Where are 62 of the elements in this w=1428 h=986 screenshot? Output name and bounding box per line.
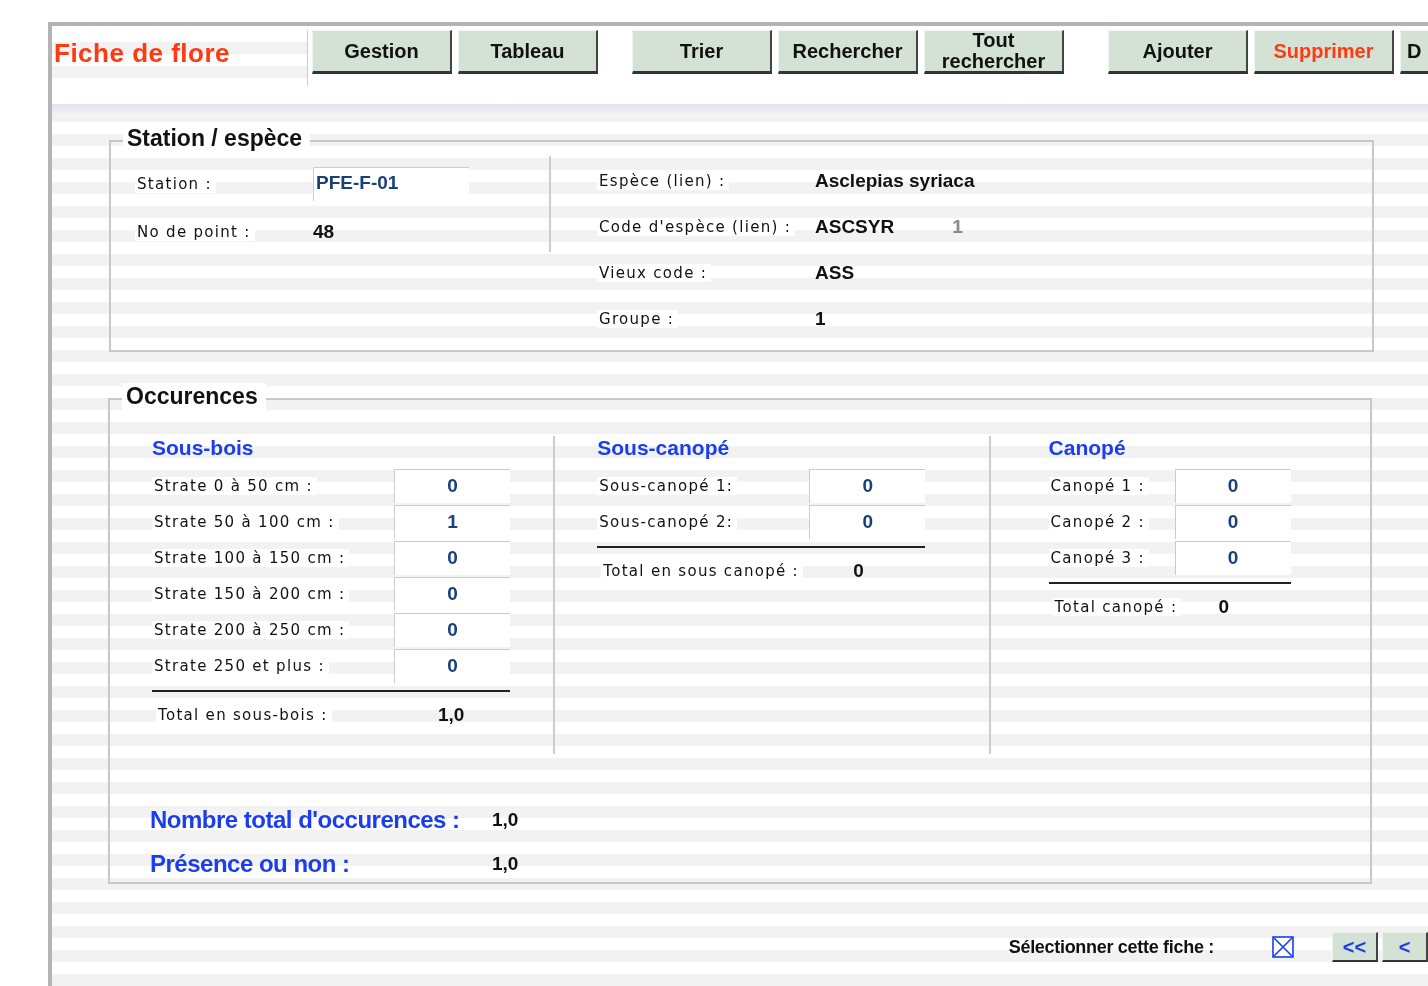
field-label: Canopé 1 : — [1048, 477, 1149, 495]
input-field[interactable]: 0 — [394, 469, 510, 503]
toolbar-button[interactable]: Tableau — [458, 30, 598, 74]
toolbar-button[interactable]: Gestion — [312, 30, 452, 74]
toolbar-button[interactable]: Trier — [632, 30, 772, 74]
summary-value: 1,0 — [492, 853, 519, 875]
field-value: 48 — [313, 221, 335, 243]
input-field[interactable]: PFE-F-01 — [313, 167, 469, 201]
toolbar-button[interactable]: Ajouter — [1108, 30, 1248, 74]
nav-button[interactable]: << — [1332, 932, 1378, 962]
field-label: Vieux code : — [597, 264, 712, 282]
field-label: Strate 200 à 250 cm : — [152, 621, 350, 639]
section-legend: Station / espèce — [123, 125, 311, 152]
input-field[interactable]: 0 — [809, 505, 926, 539]
field-label: Strate 250 et plus : — [152, 657, 329, 675]
select-label: Sélectionner cette fiche : — [1008, 936, 1214, 958]
toolbar-button[interactable]: D — [1400, 30, 1428, 74]
total-label: Total en sous canopé : — [601, 562, 803, 580]
total-label: Total en sous-bois : — [156, 706, 332, 724]
input-field[interactable]: 1 — [394, 505, 510, 539]
toolbar-button[interactable]: Rechercher — [778, 30, 918, 74]
checkbox[interactable] — [1272, 936, 1294, 958]
input-field[interactable]: 0 — [1174, 505, 1291, 539]
total-label: Total canopé : — [1052, 598, 1182, 616]
field-label: Espèce (lien) : — [597, 172, 730, 190]
field-label: No de point : — [135, 223, 255, 241]
field-value: Asclepias syriaca — [815, 170, 975, 192]
field-value: ASCSYR — [815, 216, 895, 238]
field-label: Strate 100 à 150 cm : — [152, 549, 350, 567]
field-label: Strate 0 à 50 cm : — [152, 477, 317, 495]
column-heading: Sous-bois — [152, 436, 254, 460]
input-field[interactable]: 0 — [394, 541, 510, 575]
field-value: ASS — [815, 262, 855, 284]
section-legend: Occurences — [122, 383, 266, 410]
total-value: 1,0 — [438, 704, 465, 726]
field-label: Strate 50 à 100 cm : — [152, 513, 339, 531]
summary-label: Nombre total d'occurences : — [150, 806, 461, 834]
input-field[interactable]: 0 — [1174, 541, 1291, 575]
field-label: Canopé 2 : — [1048, 513, 1149, 531]
field-label: Strate 150 à 200 cm : — [152, 585, 350, 603]
summary-label: Présence ou non : — [150, 850, 351, 878]
input-field[interactable]: 0 — [394, 613, 510, 647]
total-value: 0 — [853, 560, 864, 582]
field-label: Groupe : — [597, 310, 679, 328]
field-label: Station : — [135, 175, 216, 193]
input-field[interactable]: 0 — [394, 577, 510, 611]
input-field[interactable]: 0 — [809, 469, 926, 503]
input-field[interactable]: 0 — [1174, 469, 1291, 503]
field-label: Sous-canopé 1: — [597, 477, 738, 495]
toolbar-button[interactable]: Tout rechercher — [924, 30, 1064, 74]
form-title: Fiche de flore — [54, 38, 231, 68]
field-value: 1 — [815, 308, 826, 330]
column-heading: Sous-canopé — [597, 436, 730, 460]
summary-value: 1,0 — [492, 809, 519, 831]
nav-button[interactable]: < — [1382, 932, 1428, 962]
total-value: 0 — [1218, 596, 1230, 618]
column-heading: Canopé — [1048, 436, 1126, 460]
field-label: Canopé 3 : — [1048, 549, 1149, 567]
field-label: Code d'espèce (lien) : — [597, 218, 796, 236]
field-value: 1 — [952, 216, 963, 238]
input-field[interactable]: 0 — [394, 649, 510, 683]
field-label: Sous-canopé 2: — [597, 513, 738, 531]
